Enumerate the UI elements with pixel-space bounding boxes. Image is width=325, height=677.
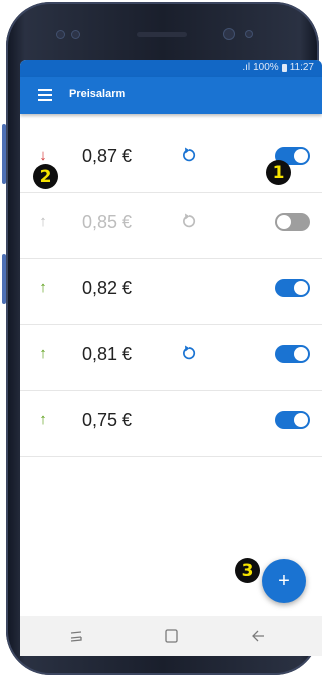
toggle-knob — [277, 215, 291, 229]
alarm-price: 0,82 € — [82, 278, 133, 298]
repeat-icon[interactable] — [180, 344, 198, 362]
system-navigation-bar — [20, 616, 322, 656]
alarm-price: 0,85 € — [82, 212, 133, 232]
earpiece-speaker — [137, 32, 187, 37]
front-camera-icon — [223, 28, 235, 40]
alarm-row[interactable]: ↑ 0,75 € — [20, 390, 322, 457]
clock: 11:27 — [289, 62, 314, 73]
sensor-icon — [56, 30, 65, 39]
power-button — [2, 254, 6, 304]
arrow-up-icon: ↑ — [39, 345, 47, 362]
sensor-icon — [71, 30, 80, 39]
toggle-knob — [294, 413, 308, 427]
home-icon[interactable] — [159, 626, 183, 646]
toggle-knob — [294, 281, 308, 295]
back-icon[interactable] — [247, 626, 271, 646]
alarm-toggle[interactable] — [275, 213, 310, 231]
phone-screen: .ıl 100% 11:27 Preisalarm ↓ 0,87 € ↑ 0,85 €… — [20, 60, 322, 656]
repeat-icon[interactable] — [180, 146, 198, 164]
alarm-toggle[interactable] — [275, 279, 310, 297]
repeat-icon[interactable] — [180, 212, 198, 230]
alarm-price: 0,81 € — [82, 344, 133, 364]
alarm-toggle[interactable] — [275, 411, 310, 429]
arrow-down-icon: ↓ — [39, 147, 47, 164]
alarm-row[interactable]: ↑ 0,82 € — [20, 258, 322, 325]
annotation-badge-2: 2 — [33, 164, 58, 189]
page-title: Preisalarm — [69, 88, 126, 100]
add-alarm-button[interactable]: + — [262, 559, 306, 603]
battery-icon — [281, 63, 287, 72]
volume-button — [2, 124, 6, 184]
alarm-row[interactable]: ↑ 0,85 € — [20, 192, 322, 259]
signal-icon: .ıl — [242, 62, 251, 73]
alarm-toggle[interactable] — [275, 345, 310, 363]
phone-top-bezel — [6, 2, 319, 62]
status-bar: .ıl 100% 11:27 — [20, 60, 322, 77]
hamburger-menu-icon[interactable] — [38, 89, 52, 101]
annotation-badge-3: 3 — [235, 558, 260, 583]
alarm-price: 0,87 € — [82, 146, 133, 166]
recent-apps-icon[interactable] — [64, 626, 88, 646]
sensor-icon — [245, 30, 253, 38]
arrow-up-icon: ↑ — [39, 279, 47, 296]
app-bar: Preisalarm — [20, 77, 322, 114]
alarm-price: 0,75 € — [82, 410, 133, 430]
toggle-knob — [294, 347, 308, 361]
arrow-up-icon: ↑ — [39, 411, 47, 428]
toggle-knob — [294, 149, 308, 163]
battery-percent: 100% — [253, 62, 279, 73]
arrow-up-icon: ↑ — [39, 213, 47, 230]
annotation-badge-1: 1 — [266, 160, 291, 185]
alarm-row[interactable]: ↑ 0,81 € — [20, 324, 322, 391]
